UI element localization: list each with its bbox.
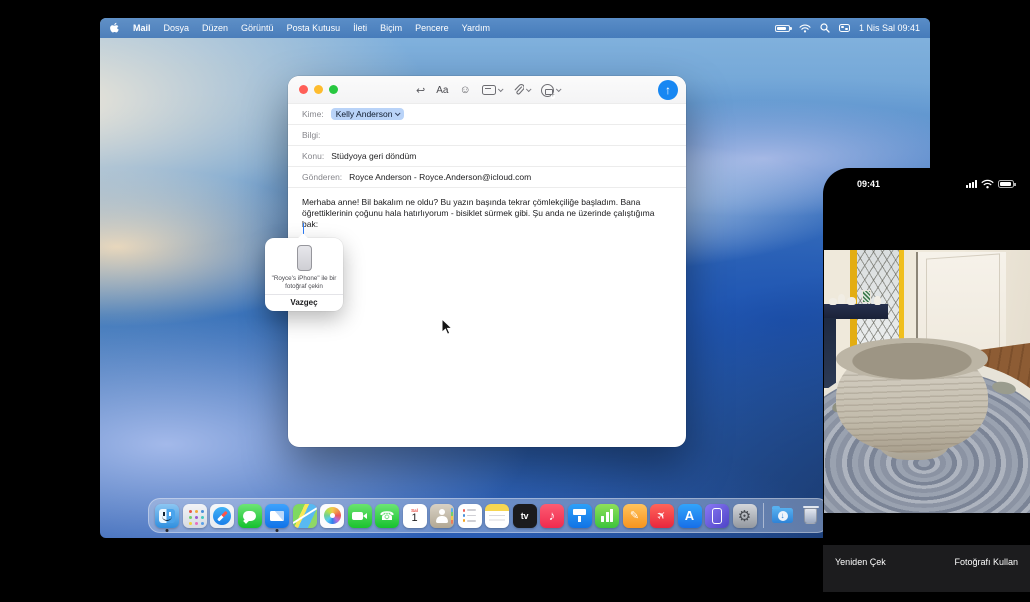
- compose-toolbar: ↩ Aa ☺: [416, 76, 560, 104]
- menu-bicim[interactable]: Biçim: [380, 23, 402, 33]
- screenshot-root: Mail Dosya Düzen Görüntü Posta Kutusu İl…: [0, 0, 1030, 602]
- dock-icon-numbers[interactable]: [595, 504, 619, 528]
- app-menus: Mail Dosya Düzen Görüntü Posta Kutusu İl…: [110, 22, 490, 34]
- camera-action-bar: Yeniden Çek Fotoğrafı Kullan: [823, 545, 1030, 592]
- window-controls: [299, 85, 338, 94]
- cellular-signal-icon: [966, 180, 977, 188]
- dock-icon-photos[interactable]: [320, 504, 344, 528]
- dock-icon-finder[interactable]: [155, 504, 179, 528]
- use-photo-button[interactable]: Fotoğrafı Kullan: [954, 557, 1018, 567]
- mail-titlebar[interactable]: ↩ Aa ☺ ↑: [288, 76, 686, 104]
- dock-icon-app-store[interactable]: A: [678, 504, 702, 528]
- from-field[interactable]: Gönderen: Royce Anderson - Royce.Anderso…: [288, 167, 686, 188]
- dock-icon-notes[interactable]: [485, 504, 509, 528]
- continuity-camera-popover: "Royce's iPhone" ile bir fotoğraf çekin …: [265, 238, 343, 311]
- subject-label: Konu:: [302, 151, 324, 161]
- dock-icon-calendar[interactable]: Sal 1: [403, 504, 427, 528]
- dock-icon-pages[interactable]: ✎: [623, 504, 647, 528]
- menu-mail[interactable]: Mail: [133, 23, 151, 33]
- mail-compose-window: ↩ Aa ☺ ↑ Kime: Kelly Anderson: [288, 76, 686, 447]
- dock-icon-phone[interactable]: ☎: [375, 504, 399, 528]
- dock-icon-iphone-mirroring[interactable]: [705, 504, 729, 528]
- popover-message: "Royce's iPhone" ile bir fotoğraf çekin: [270, 275, 338, 290]
- battery-icon: [998, 180, 1014, 188]
- dock-icon-trash[interactable]: [798, 504, 822, 528]
- menu-bar-clock[interactable]: 1 Nis Sal 09:41: [859, 23, 920, 33]
- download-arrow-icon: ↓: [778, 511, 788, 521]
- menu-pencere[interactable]: Pencere: [415, 23, 449, 33]
- wifi-icon[interactable]: [799, 24, 811, 33]
- send-button[interactable]: ↑: [658, 80, 678, 100]
- dock-icon-safari[interactable]: [210, 504, 234, 528]
- iphone-continuity-camera: 09:41: [823, 168, 1030, 602]
- dock-icon-games[interactable]: ✈: [650, 504, 674, 528]
- rocket-icon: ✈: [654, 508, 670, 524]
- cancel-button[interactable]: Vazgeç: [265, 294, 343, 311]
- from-value: Royce Anderson - Royce.Anderson@icloud.c…: [349, 172, 531, 182]
- iphone-icon: [297, 245, 312, 271]
- search-icon[interactable]: [820, 23, 830, 33]
- from-label: Gönderen:: [302, 172, 342, 182]
- recipient-token[interactable]: Kelly Anderson: [331, 108, 405, 121]
- close-button[interactable]: [299, 85, 308, 94]
- dock-icon-launchpad[interactable]: [183, 504, 207, 528]
- dock-icon-mail[interactable]: [265, 504, 289, 528]
- undo-icon[interactable]: ↩: [416, 84, 425, 97]
- dock-icon-tv[interactable]: tv: [513, 504, 537, 528]
- subject-value: Stüdyoya geri döndüm: [331, 151, 416, 161]
- menu-bar-status: 1 Nis Sal 09:41: [775, 23, 920, 33]
- wifi-icon: [981, 179, 994, 189]
- photo-shelf: [824, 304, 888, 319]
- iphone-status-bar: 09:41: [823, 177, 1030, 191]
- menu-dosya[interactable]: Dosya: [164, 23, 190, 33]
- recipient-name: Kelly Anderson: [336, 109, 393, 119]
- dock-icon-music[interactable]: ♪: [540, 504, 564, 528]
- attach-icon[interactable]: [513, 84, 530, 96]
- menu-goruntu[interactable]: Görüntü: [241, 23, 274, 33]
- header-fields-icon[interactable]: [482, 85, 502, 95]
- retake-button[interactable]: Yeniden Çek: [835, 557, 886, 567]
- to-label: Kime:: [302, 109, 324, 119]
- dock: ☎ Sal 1 tv ♪ ✎ ✈ A: [148, 498, 829, 533]
- minimize-button[interactable]: [314, 85, 323, 94]
- dock-icon-messages[interactable]: [238, 504, 262, 528]
- pottery-photo: [824, 250, 1030, 513]
- subject-field[interactable]: Konu: Stüdyoya geri döndüm: [288, 146, 686, 167]
- calendar-day: 1: [411, 513, 417, 523]
- mac-desktop: Mail Dosya Düzen Görüntü Posta Kutusu İl…: [100, 18, 930, 538]
- dock-divider: [763, 503, 764, 528]
- zoom-button[interactable]: [329, 85, 338, 94]
- mouse-cursor: [440, 318, 452, 336]
- battery-icon[interactable]: [775, 25, 790, 32]
- message-body[interactable]: Merhaba anne! Bil bakalım ne oldu? Bu ya…: [288, 188, 686, 230]
- insert-photo-icon[interactable]: [541, 84, 560, 97]
- menu-yardim[interactable]: Yardım: [462, 23, 490, 33]
- control-center-icon[interactable]: [839, 24, 850, 32]
- to-field[interactable]: Kime: Kelly Anderson: [288, 104, 686, 125]
- menu-duzen[interactable]: Düzen: [202, 23, 228, 33]
- cc-label: Bilgi:: [302, 130, 320, 140]
- dock-icon-maps[interactable]: [293, 504, 317, 528]
- send-arrow-icon: ↑: [665, 83, 671, 97]
- dock-icon-facetime[interactable]: [348, 504, 372, 528]
- dock-icon-reminders[interactable]: [458, 504, 482, 528]
- dock-icon-downloads[interactable]: ↓: [771, 504, 795, 528]
- cc-field[interactable]: Bilgi:: [288, 125, 686, 146]
- dock-icon-contacts[interactable]: [430, 504, 454, 528]
- tv-logo: tv: [521, 511, 528, 521]
- menu-bar: Mail Dosya Düzen Görüntü Posta Kutusu İl…: [100, 18, 930, 38]
- apple-logo-icon[interactable]: [110, 22, 120, 34]
- chevron-down-icon: [395, 110, 401, 116]
- text-format-icon[interactable]: Aa: [436, 85, 448, 96]
- menu-ileti[interactable]: İleti: [353, 23, 367, 33]
- dock-icon-system-settings[interactable]: ⚙: [733, 504, 757, 528]
- iphone-clock: 09:41: [857, 179, 880, 189]
- menu-posta-kutusu[interactable]: Posta Kutusu: [287, 23, 341, 33]
- dock-icon-keynote[interactable]: [568, 504, 592, 528]
- emoji-icon[interactable]: ☺: [459, 84, 470, 96]
